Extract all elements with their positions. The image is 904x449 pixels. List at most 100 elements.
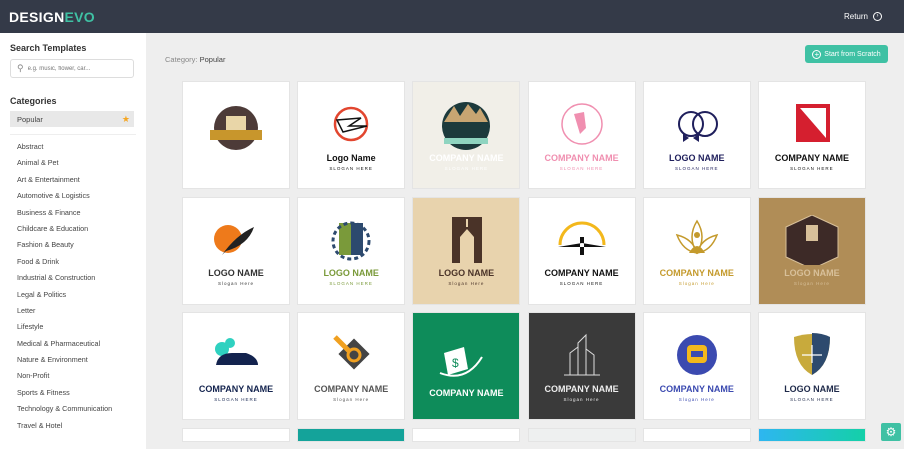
settings-gear-icon[interactable]: ⚙: [881, 423, 901, 441]
search-box[interactable]: ⚲: [10, 59, 134, 78]
template-name: LOGO NAME: [323, 268, 379, 278]
template-name: COMPANY NAME: [314, 383, 389, 394]
shield-icon: [793, 332, 830, 375]
category-item[interactable]: Technology & Communication: [10, 401, 136, 417]
template-name: Logo Name: [326, 152, 376, 163]
template-card[interactable]: [182, 427, 290, 442]
template-card[interactable]: $ COMPANY NAME: [412, 312, 521, 420]
tower-icon: [563, 333, 600, 375]
category-item[interactable]: Medical & Pharmaceutical: [10, 336, 136, 352]
template-slogan: SLOGAN HERE: [790, 396, 834, 402]
template-card[interactable]: [757, 427, 866, 442]
ballet-icon: [560, 102, 603, 145]
template-slogan: Slogan Here: [217, 281, 255, 286]
template-slogan: Slogan Here: [563, 396, 600, 402]
template-slogan: Slogan Here: [448, 281, 485, 286]
template-slogan: SLOGAN HERE: [329, 165, 373, 171]
template-card[interactable]: [297, 427, 406, 442]
search-icon: ⚲: [17, 63, 24, 73]
category-item[interactable]: Fashion & Beauty: [10, 237, 136, 253]
template-card[interactable]: COMPANY NAME SLOGAN HERE: [527, 196, 636, 305]
template-card[interactable]: LOGO NAME: [182, 81, 290, 189]
lotus-icon: [675, 219, 718, 255]
template-name: LOGO NAME: [784, 383, 840, 394]
key-icon: [333, 334, 370, 370]
template-slogan: SLOGAN HERE: [329, 281, 373, 286]
category-item[interactable]: Legal & Politics: [10, 287, 136, 303]
template-card[interactable]: LOGO NAME Slogan Here: [412, 196, 521, 305]
plane-icon: [557, 221, 606, 255]
arrow-right-circle-icon: ›: [873, 12, 882, 21]
designevo-logo[interactable]: DESIGNEVO: [9, 9, 95, 25]
template-card[interactable]: COMPANY NAME SLOGAN HERE: [182, 312, 290, 420]
template-name: LOGO NAME: [784, 268, 840, 278]
template-slogan: Slogan Here: [678, 396, 715, 402]
breadcrumb: Category: Popular: [165, 55, 225, 64]
template-card[interactable]: LOGO NAME SLOGAN HERE: [297, 196, 406, 305]
category-item[interactable]: Abstract: [10, 139, 136, 155]
start-label: Start from Scratch: [824, 50, 881, 58]
template-card[interactable]: [412, 427, 521, 442]
category-item[interactable]: Letter: [10, 303, 136, 319]
category-item[interactable]: Food & Drink: [10, 254, 136, 270]
template-card[interactable]: COMPANY NAME Slogan Here: [642, 312, 751, 420]
category-item[interactable]: Industrial & Construction: [10, 270, 136, 286]
template-card[interactable]: COMPANY NAME SLOGAN HERE: [527, 81, 636, 189]
template-slogan: Slogan Here: [333, 396, 370, 402]
template-card[interactable]: LOGO NAME Slogan Here: [182, 196, 290, 305]
category-item[interactable]: Art & Entertainment: [10, 172, 136, 188]
categories-title: Categories: [10, 96, 57, 106]
robot-icon: [676, 334, 717, 375]
square-icon: [795, 103, 830, 142]
template-card[interactable]: LOGO NAME Slogan Here: [757, 196, 866, 305]
plus-circle-icon: +: [812, 49, 822, 59]
search-title: Search Templates: [10, 43, 87, 53]
money-icon: $: [440, 346, 484, 377]
category-item[interactable]: Nature & Environment: [10, 352, 136, 368]
category-item[interactable]: Animal & Pet: [10, 155, 136, 171]
category-item[interactable]: Travel & Hotel: [10, 418, 136, 434]
category-popular[interactable]: Popular ★: [10, 111, 134, 127]
start-from-scratch-button[interactable]: + Start from Scratch: [805, 45, 888, 63]
template-card[interactable]: COMPANY NAME Slogan Here: [297, 312, 406, 420]
template-slogan: SLOGAN HERE: [790, 165, 834, 171]
lightning-icon: [333, 106, 369, 141]
template-name: LOGO NAME: [669, 152, 725, 163]
template-slogan: Slogan Here: [678, 281, 715, 286]
template-card[interactable]: Logo Name SLOGAN HERE: [297, 81, 406, 189]
template-card[interactable]: LOGO NAME SLOGAN HERE: [757, 312, 866, 420]
svg-text:$: $: [452, 356, 459, 370]
building-icon: [331, 221, 371, 261]
category-item[interactable]: Business & Finance: [10, 205, 136, 221]
template-slogan: SLOGAN HERE: [214, 396, 258, 402]
template-card[interactable]: [642, 427, 751, 442]
template-name: COMPANY NAME: [544, 268, 619, 278]
category-item[interactable]: Non-Profit: [10, 368, 136, 384]
brand-text: DESIGN: [9, 8, 65, 25]
template-name: COMPANY NAME: [544, 152, 619, 163]
template-name: LOGO NAME: [208, 156, 264, 167]
template-card[interactable]: LOGO NAME SLOGAN HERE: [642, 81, 751, 189]
category-item[interactable]: Automotive & Logistics: [10, 188, 136, 204]
rings-icon: [677, 110, 718, 142]
template-slogan: Slogan Here: [793, 281, 830, 286]
category-list: Abstract Animal & Pet Art & Entertainment A…: [10, 134, 136, 434]
breadcrumb-value: Popular: [199, 55, 226, 64]
category-item[interactable]: Childcare & Education: [10, 221, 136, 237]
return-label: Return: [843, 12, 868, 21]
category-item[interactable]: Sports & Fitness: [10, 385, 136, 401]
template-slogan: SLOGAN HERE: [559, 281, 604, 286]
mountain-icon: [442, 101, 491, 150]
feather-icon: [214, 225, 254, 255]
template-name: COMPANY NAME: [198, 383, 274, 394]
search-input[interactable]: [27, 65, 123, 72]
template-card[interactable]: COMPANY NAME Slogan Here: [642, 196, 751, 305]
template-name: COMPANY NAME: [429, 387, 504, 398]
return-button[interactable]: Return ›: [844, 12, 882, 21]
category-item[interactable]: Lifestyle: [10, 319, 136, 335]
template-card[interactable]: [527, 427, 636, 442]
template-card[interactable]: COMPANY NAME Slogan Here: [527, 312, 636, 420]
template-name: COMPANY NAME: [659, 268, 734, 278]
template-card[interactable]: COMPANY NAME SLOGAN HERE: [412, 81, 521, 189]
template-card[interactable]: COMPANY NAME SLOGAN HERE: [757, 81, 866, 189]
